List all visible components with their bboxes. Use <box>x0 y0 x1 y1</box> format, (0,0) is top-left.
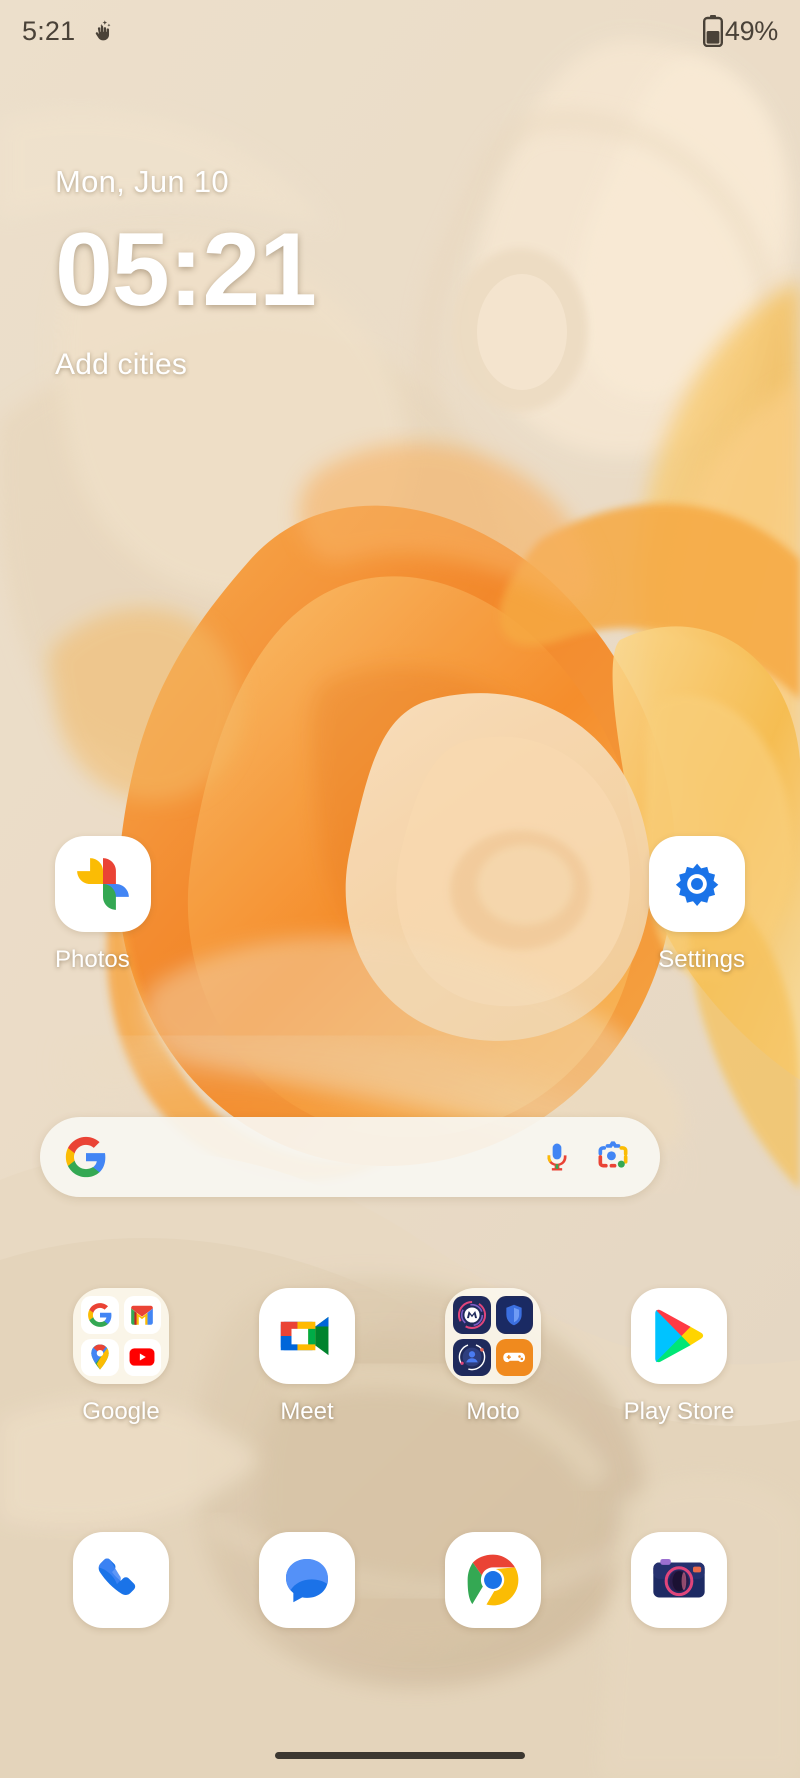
app-label-google: Google <box>82 1398 160 1425</box>
folder-item-gmail <box>123 1296 161 1334</box>
chrome-icon[interactable] <box>445 1532 541 1628</box>
status-bar-right: 49% <box>702 15 778 47</box>
folder-item-google <box>81 1296 119 1334</box>
app-label-settings: Settings <box>658 946 745 973</box>
battery-percent-label: 49% <box>724 15 778 46</box>
google-search-bar[interactable] <box>40 1117 660 1197</box>
dock-app-camera[interactable] <box>586 1532 772 1628</box>
folder-item-moto-account <box>453 1338 491 1376</box>
microphone-icon[interactable] <box>538 1138 576 1176</box>
folder-item-youtube <box>123 1338 161 1376</box>
messages-icon[interactable] <box>259 1532 355 1628</box>
dock-app-messages[interactable] <box>214 1532 400 1628</box>
folder-moto[interactable]: Moto <box>400 1288 586 1426</box>
moto-folder-icon[interactable] <box>445 1288 541 1384</box>
google-lens-icon[interactable] <box>594 1138 632 1176</box>
status-bar-clock: 5:21 <box>22 15 76 46</box>
app-row-1: Photos Settings <box>0 836 800 974</box>
dock <box>0 1532 800 1628</box>
google-g-icon <box>64 1135 108 1179</box>
home-gesture-pill[interactable] <box>275 1751 525 1759</box>
app-label-meet: Meet <box>280 1398 334 1425</box>
app-meet[interactable]: Meet <box>214 1288 400 1426</box>
folder-google[interactable]: Google <box>28 1288 214 1426</box>
clock-date-label: Mon, Jun 10 <box>55 164 229 199</box>
dock-app-phone[interactable] <box>28 1532 214 1628</box>
phone-icon[interactable] <box>73 1532 169 1628</box>
app-label-moto: Moto <box>466 1398 520 1425</box>
app-play-store[interactable]: Play Store <box>586 1288 772 1426</box>
add-cities-button[interactable]: Add cities <box>55 348 316 382</box>
dock-app-chrome[interactable] <box>400 1532 586 1628</box>
google-meet-icon[interactable] <box>259 1288 355 1384</box>
battery-icon <box>702 15 723 47</box>
folder-item-moto-secure <box>495 1296 533 1334</box>
app-settings[interactable]: Settings <box>400 836 745 974</box>
folder-item-moto-gametime <box>495 1338 533 1376</box>
settings-gear-icon[interactable] <box>649 836 745 932</box>
status-bar[interactable]: 5:21 49% <box>0 0 800 62</box>
app-photos[interactable]: Photos <box>55 836 400 974</box>
clock-time-label: 05:21 <box>55 212 317 328</box>
folder-item-moto-logo <box>453 1296 491 1334</box>
sparkle-hand-icon <box>89 18 115 44</box>
app-label-play-store: Play Store <box>623 1398 735 1425</box>
clock-widget[interactable]: Mon, Jun 10 05:21 Add cities <box>55 164 317 382</box>
app-label-photos: Photos <box>55 946 130 973</box>
google-folder-icon[interactable] <box>73 1288 169 1384</box>
app-row-2: Google Meet Moto Play Store <box>0 1288 800 1426</box>
navigation-bar[interactable] <box>0 1732 800 1778</box>
google-play-store-icon[interactable] <box>631 1288 727 1384</box>
status-bar-left: 5:21 <box>22 16 115 47</box>
camera-icon[interactable] <box>631 1532 727 1628</box>
folder-item-maps <box>81 1338 119 1376</box>
google-photos-icon[interactable] <box>55 836 151 932</box>
home-screen: 5:21 49% Mon, Jun 10 05:21 Add cities Ph… <box>0 0 800 1778</box>
